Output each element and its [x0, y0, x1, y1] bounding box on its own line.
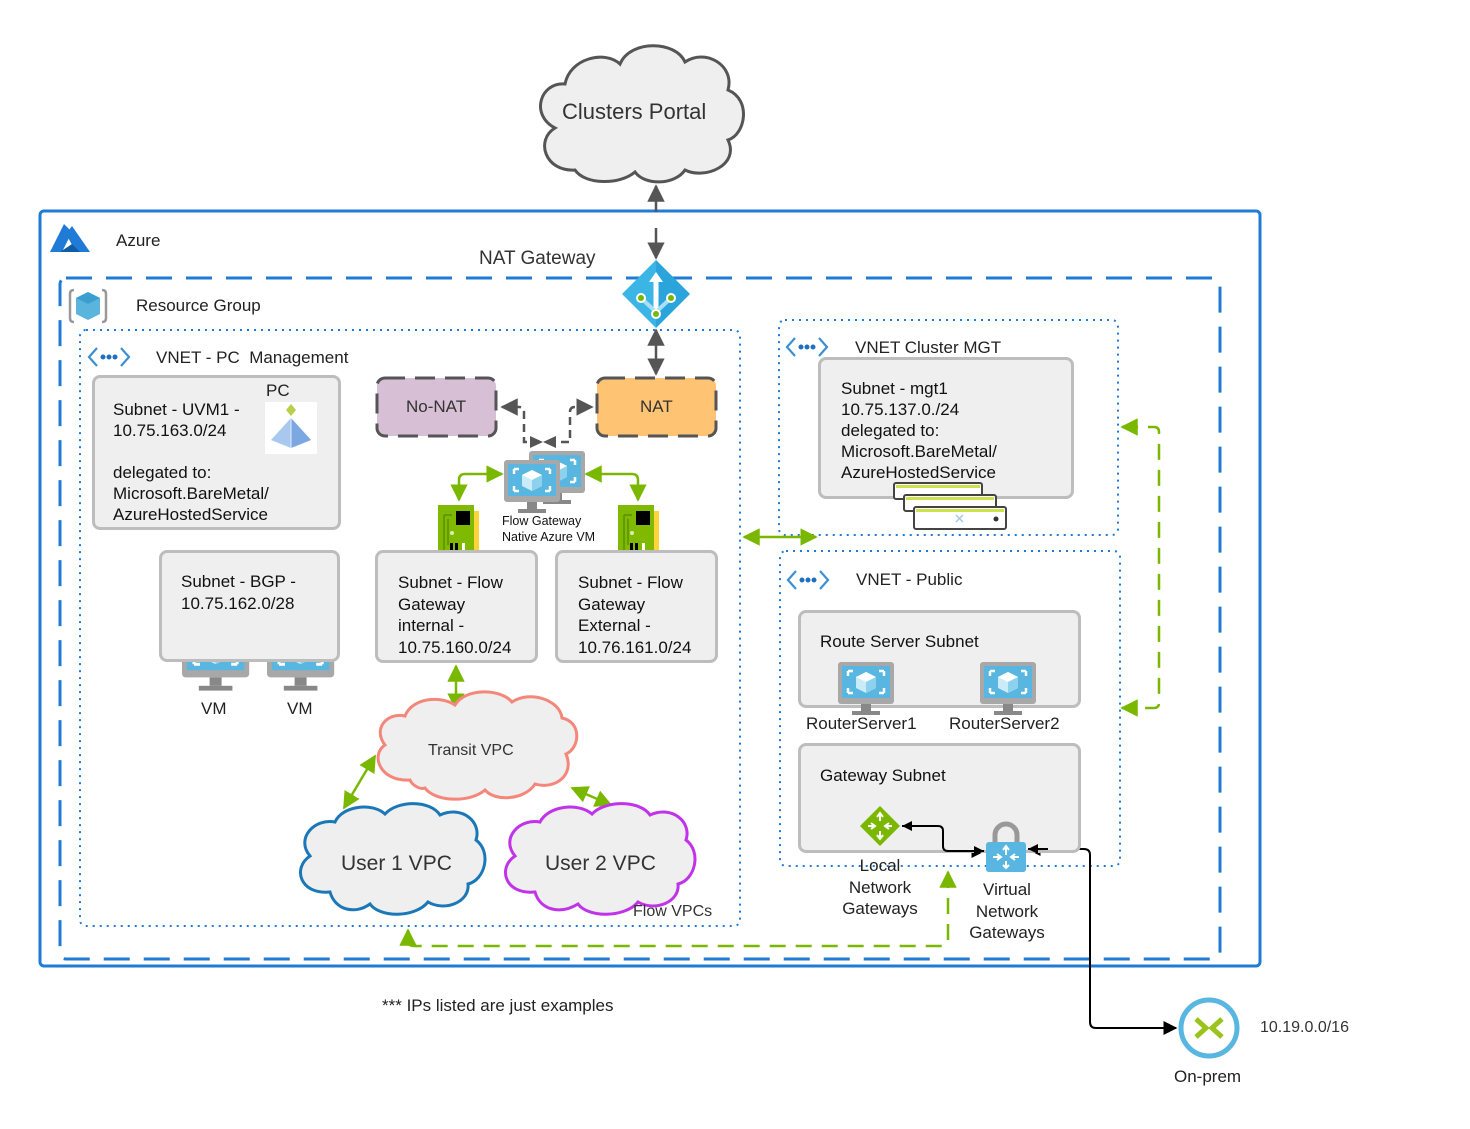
lng-label-line: Local [859, 856, 901, 875]
subnet-fgw-internal-box[interactable]: Subnet - Flow Gateway internal - 10.75.1… [375, 550, 538, 663]
footnote: *** IPs listed are just examples [382, 996, 614, 1015]
transit-to-user2-arrow [570, 786, 613, 807]
flow-gateway-vm-label: Flow Gateway Native Azure VM [502, 513, 595, 545]
vng-label-line: Gateways [969, 923, 1045, 942]
subnet-line: Gateway [578, 594, 646, 614]
resource-group-label: Resource Group [136, 296, 261, 315]
vnet-public-label: VNET - Public [856, 570, 963, 589]
subnet-bgp-line: Subnet - BGP - [181, 572, 296, 591]
flow-gateway-vm-label-line: Native Azure VM [502, 530, 596, 544]
subnet-line: 10.75.160.0/24 [398, 637, 512, 657]
pc-pyramid-icon[interactable] [265, 402, 317, 454]
local-network-gateway-icon[interactable] [860, 806, 900, 846]
vnet-cluster-mgt-label: VNET Cluster MGT [855, 338, 1002, 357]
router-server2-icon[interactable] [980, 662, 1036, 716]
clusters-portal-label: Clusters Portal [562, 99, 707, 124]
vng-lng-line [902, 825, 984, 852]
baremetal-servers-icon[interactable] [890, 480, 1012, 536]
subnet-line: internal - [398, 616, 465, 635]
subnet-mgt1-text: Subnet - mgt1 10.75.137.0./24 delegated … [841, 378, 997, 483]
subnet-fgw-internal-text: Subnet - Flow Gateway internal - 10.75.1… [398, 572, 511, 658]
vm-to-internal-nic-arrow [450, 465, 504, 502]
arrowhead [902, 821, 912, 831]
subnet-fgw-external-box[interactable]: Subnet - Flow Gateway External - 10.76.1… [555, 550, 718, 663]
subnet-line: Subnet - mgt1 [841, 379, 948, 398]
vng-label-line: Network [975, 901, 1039, 921]
azure-label: Azure [116, 231, 161, 250]
subnet-line: External - [578, 616, 651, 635]
vnet-pc-management-label: VNET - PC Management [156, 348, 349, 367]
subnet-bgp-text: Subnet - BGP - 10.75.162.0/28 [181, 571, 296, 614]
subnet-uvm1-line: 10.75.163.0/24 [113, 421, 227, 440]
router-server1-label: RouterServer1 [806, 714, 917, 733]
flow-gateway-vm-label-line: Flow Gateway [502, 514, 582, 528]
subnet-line: delegated to: [841, 421, 940, 440]
router-server2-label: RouterServer2 [949, 714, 1060, 733]
vng-label-line: Virtual [983, 880, 1031, 899]
flow-gateway-vm-icon[interactable] [502, 458, 562, 515]
local-network-gateways-label: Local Network Gateways [840, 855, 920, 920]
lng-label-line: Network [848, 877, 912, 897]
vnet-public-icon [786, 569, 830, 591]
subnet-uvm1-text: Subnet - UVM1 - 10.75.163.0/24 delegated… [113, 399, 269, 525]
vnet-cluster-mgt-icon [785, 336, 829, 358]
resource-group-icon [68, 288, 108, 324]
onprem-cidr-label: 10.19.0.0/16 [1260, 1019, 1349, 1036]
subnet-line: 10.75.137.0./24 [841, 400, 960, 419]
subnet-uvm1-line: Subnet - UVM1 - [113, 400, 240, 419]
subnet-fgw-external-text: Subnet - Flow Gateway External - 10.76.1… [578, 572, 691, 658]
bgp-vm-label-2: VM [287, 699, 313, 718]
azure-logo-icon [50, 224, 90, 252]
bgp-vm-label-1: VM [201, 699, 227, 718]
nat-label: NAT [640, 397, 673, 416]
server-unit [913, 506, 1007, 530]
pc-icon-label: PC [266, 381, 290, 400]
subnet-uvm1-line: Microsoft.BareMetal/ [113, 484, 269, 503]
virtual-network-gateways-label: Virtual Network Gateways [966, 879, 1048, 944]
route-server-subnet-title: Route Server Subnet [820, 632, 979, 651]
gateway-subnet-title: Gateway Subnet [820, 766, 946, 785]
lng-label-line: Gateways [842, 899, 918, 918]
subnet-line: Subnet - Flow [398, 573, 503, 592]
onprem-label: On-prem [1174, 1067, 1242, 1086]
vnet-pc-management-icon [87, 346, 131, 368]
subnet-bgp-box[interactable]: Subnet - BGP - 10.75.162.0/28 [159, 550, 340, 662]
nat-gateway-label: NAT Gateway [479, 248, 596, 269]
arrowhead [1028, 844, 1038, 854]
user2-vpc-label: User 2 VPC [545, 852, 656, 875]
nat-gateway-icon[interactable] [622, 260, 690, 328]
subnet-line: Subnet - Flow [578, 573, 683, 592]
subnet-line: Microsoft.BareMetal/ [841, 442, 997, 461]
vm-to-no-nat-arrow [500, 398, 540, 444]
vm-to-external-nic-arrow [584, 465, 647, 502]
vng-to-onprem-arrow [1026, 842, 1178, 1035]
subnet-uvm1-line: AzureHostedService [113, 505, 268, 524]
user1-vpc-label: User 1 VPC [341, 852, 452, 875]
transit-vpc-label: Transit VPC [428, 742, 514, 759]
no-nat-label: No-NAT [406, 397, 467, 416]
flow-vpcs-label: Flow VPCs [633, 903, 713, 920]
router-server1-icon[interactable] [838, 662, 894, 716]
subnet-line: 10.76.161.0/24 [578, 637, 692, 657]
subnet-uvm1-line: delegated to: [113, 463, 212, 482]
subnet-mgt1-box[interactable]: Subnet - mgt1 10.75.137.0./24 delegated … [818, 357, 1074, 499]
transit-to-user1-arrow [342, 754, 377, 810]
onprem-icon[interactable] [1178, 997, 1240, 1059]
virtual-network-gateway-icon[interactable] [986, 821, 1026, 872]
subnet-bgp-line: 10.75.162.0/28 [181, 593, 295, 613]
arrowhead [974, 846, 984, 856]
subnet-line: Gateway [398, 594, 466, 614]
junction-arrowheads [530, 436, 556, 448]
cluster-mgt-to-public-arrow [1120, 418, 1161, 717]
